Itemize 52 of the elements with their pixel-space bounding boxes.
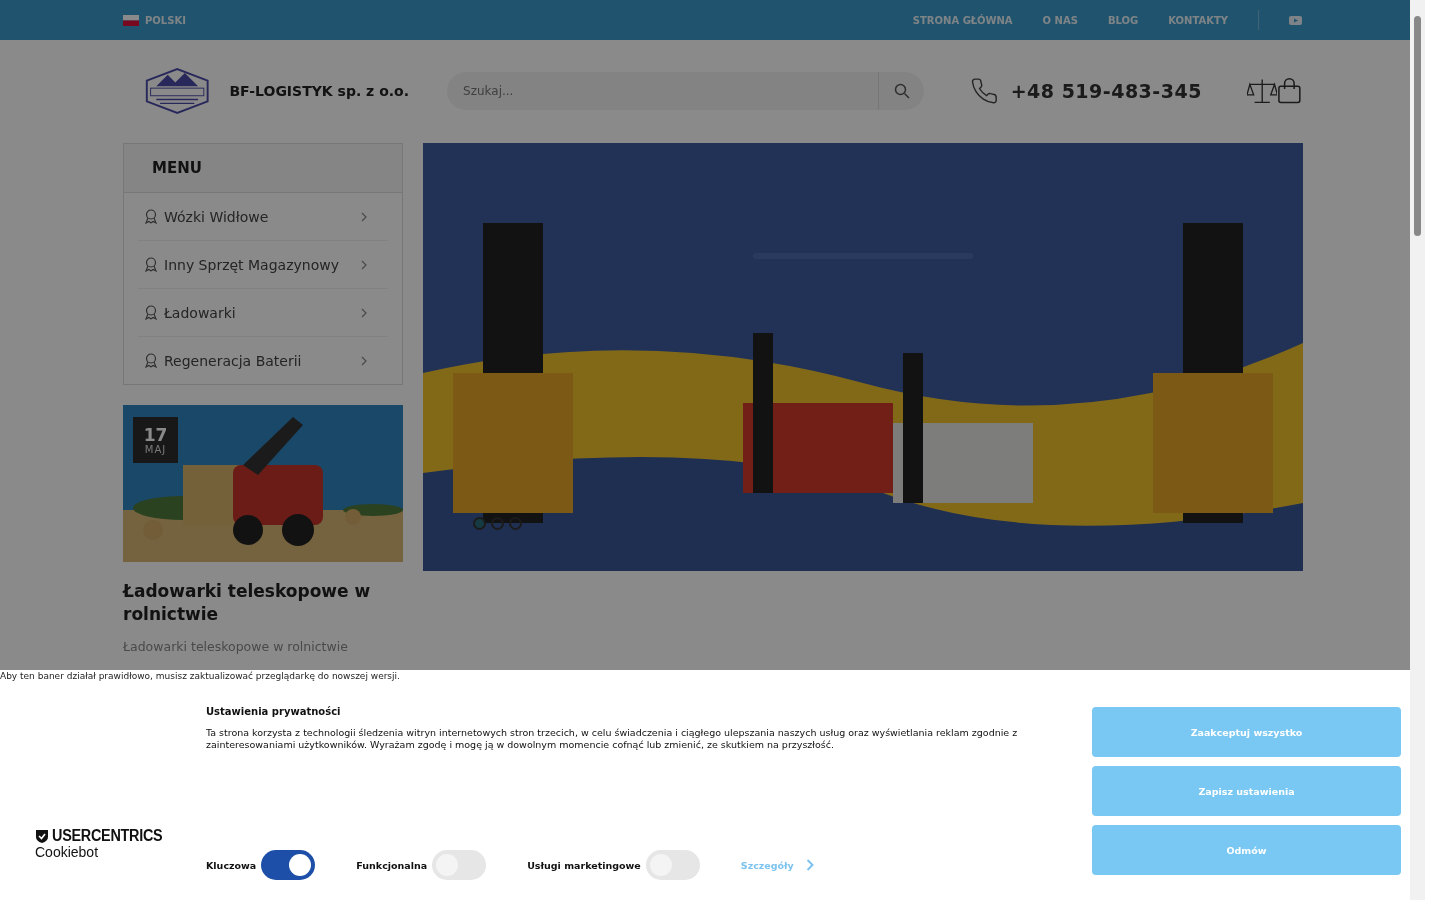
flag-icon	[123, 14, 139, 26]
chevron-icon	[360, 355, 368, 366]
banner-title: Ustawienia prywatności	[206, 706, 342, 717]
menu-item[interactable]: Wózki Widłowe	[138, 193, 388, 241]
carousel-dot[interactable]	[509, 517, 522, 530]
toggle-label: Usługi marketingowe	[527, 859, 641, 871]
toggle-switch[interactable]	[645, 850, 700, 880]
consent-button[interactable]: Zaakceptuj wszystko	[1092, 707, 1401, 757]
brand-name: USERCENTRICS	[52, 827, 163, 845]
award-icon	[144, 257, 158, 272]
toggle-switch[interactable]	[261, 850, 316, 880]
menu-item[interactable]: Regeneracja Baterii	[138, 337, 388, 384]
search-icon	[893, 83, 910, 99]
phone-icon	[970, 76, 999, 106]
logo[interactable]	[143, 66, 212, 116]
award-icon	[144, 209, 158, 224]
scale-icon[interactable]	[1246, 77, 1278, 105]
nav-link[interactable]: BLOG	[1107, 14, 1139, 26]
chevron-icon	[360, 211, 368, 222]
scrollbar[interactable]	[1410, 0, 1425, 900]
company-name: BF-LOGISTYK sp. z o.o.	[229, 83, 409, 99]
browser-notice: Aby ten baner działał prawidłowo, musisz zaktualizować przeglądarkę do nowszej wersji.	[0, 671, 400, 681]
search-field[interactable]: Szukaj...	[447, 72, 879, 110]
video-icon[interactable]	[1289, 15, 1302, 25]
product-name: Cookiebot	[35, 845, 100, 859]
nav-link[interactable]: O NAS	[1042, 14, 1078, 26]
toggle-label: Kluczowa	[206, 859, 257, 871]
banner-text: Ta strona korzysta z technologii śledzenia witryn internetowych stron trzecich, w celu świadczenia i ciągłego ulepszania naszych usług oraz wyświetlania reklam zgodnie z zainteresowaniami użytkowników. Wyrażam zgodę i mogę ją w dowolnym momencie cofnąć lub zmienić, ze skutkiem na przyszłość.	[206, 727, 1019, 751]
search-button[interactable]	[878, 72, 925, 110]
toggle-switch[interactable]	[432, 850, 487, 880]
award-icon	[144, 305, 158, 320]
details-link[interactable]: Szczegóły	[740, 859, 814, 871]
date-badge: 17 MAJ	[133, 417, 178, 463]
consent-button[interactable]: Odmów	[1092, 825, 1401, 875]
menu-item[interactable]: Ładowarki	[138, 289, 388, 337]
post-title[interactable]: Ładowarki teleskopowe w rolnictwie	[123, 580, 403, 626]
phone-number[interactable]: +48 519-483-345	[1010, 80, 1202, 102]
chevron-icon	[360, 307, 368, 318]
menu-item[interactable]: Inny Sprzęt Magazynowy	[138, 241, 388, 289]
consent-button[interactable]: Zapisz ustawienia	[1092, 766, 1401, 816]
carousel-dot[interactable]	[491, 517, 504, 530]
toggle-label: Funkcjonalna	[356, 859, 428, 871]
post-excerpt: Ładowarki teleskopowe w rolnictwie	[123, 638, 349, 656]
menu-title: MENU	[124, 144, 402, 193]
chevron-icon	[360, 259, 368, 270]
nav-link[interactable]: STRONA GŁÓWNA	[912, 14, 1013, 26]
nav-link[interactable]: KONTAKTY	[1168, 14, 1228, 26]
shopping-bag-icon[interactable]	[1277, 77, 1302, 105]
language-selector[interactable]: POLSKI	[145, 14, 186, 26]
award-icon	[144, 353, 158, 368]
chevron-icon	[805, 859, 814, 871]
shield-icon	[35, 828, 49, 844]
